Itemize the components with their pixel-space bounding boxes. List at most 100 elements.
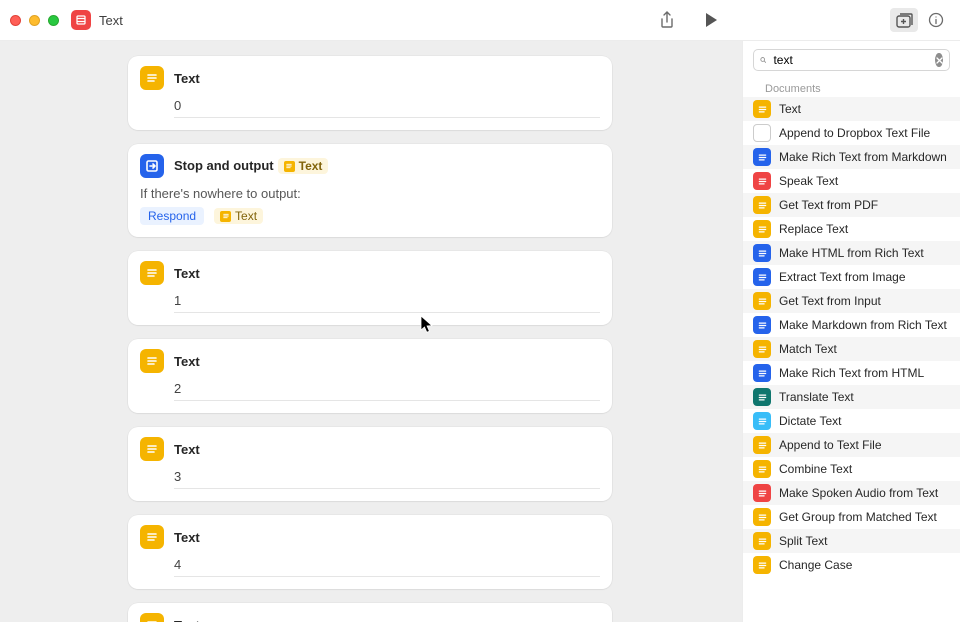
clear-search-button[interactable]	[935, 53, 943, 67]
output-token[interactable]: Text	[278, 158, 329, 174]
library-action-item[interactable]: Append to Dropbox Text File	[743, 121, 960, 145]
action-list[interactable]: Text Append to Dropbox Text File Make Rich…	[743, 97, 960, 622]
search-input[interactable]	[771, 52, 930, 68]
card-body: 4	[174, 557, 600, 577]
library-action-icon	[753, 172, 771, 190]
section-label: Documents	[743, 79, 960, 97]
library-action-item[interactable]: Change Case	[743, 553, 960, 577]
library-action-item[interactable]: Make HTML from Rich Text	[743, 241, 960, 265]
minimize-window-button[interactable]	[29, 15, 40, 26]
library-action-item[interactable]: Get Group from Matched Text	[743, 505, 960, 529]
text-value-field[interactable]: 0	[174, 98, 600, 118]
library-action-label: Combine Text	[779, 462, 950, 477]
run-button[interactable]	[697, 8, 725, 32]
library-action-item[interactable]: Make Rich Text from HTML	[743, 361, 960, 385]
info-button[interactable]	[922, 8, 950, 32]
library-action-label: Get Text from Input	[779, 294, 950, 309]
library-action-icon	[753, 100, 771, 118]
text-action-card[interactable]: Text 2	[128, 339, 612, 413]
library-action-item[interactable]: Get Text from Input	[743, 289, 960, 313]
library-action-item[interactable]: Extract Text from Image	[743, 265, 960, 289]
library-sidebar: Documents Text Append to Dropbox Text Fil…	[742, 41, 960, 622]
library-action-label: Text	[779, 102, 950, 117]
search-field[interactable]	[753, 49, 950, 71]
library-action-item[interactable]: Make Rich Text from Markdown	[743, 145, 960, 169]
library-action-icon	[753, 508, 771, 526]
library-action-label: Get Group from Matched Text	[779, 510, 950, 525]
card-header: Text	[140, 437, 600, 461]
library-action-label: Translate Text	[779, 390, 950, 405]
library-action-item[interactable]: Text	[743, 97, 960, 121]
library-action-icon	[753, 244, 771, 262]
library-action-icon	[753, 484, 771, 502]
text-action-icon	[140, 349, 164, 373]
text-token-icon	[220, 211, 231, 222]
stop-output-action-card[interactable]: Stop and outputTextIf there's nowhere to…	[128, 144, 612, 237]
library-action-item[interactable]: Replace Text	[743, 217, 960, 241]
library-button[interactable]	[890, 8, 918, 32]
text-value-field[interactable]: 3	[174, 469, 600, 489]
window: Text Text0Stop and outputTextIf there's …	[0, 0, 960, 622]
text-action-card[interactable]: Text 1	[128, 251, 612, 325]
workflow-canvas[interactable]: Text0Stop and outputTextIf there's nowhe…	[0, 41, 742, 622]
library-action-label: Replace Text	[779, 222, 950, 237]
library-action-icon	[753, 268, 771, 286]
respond-token[interactable]: Text	[214, 208, 263, 224]
card-title: Text	[174, 442, 200, 457]
library-action-label: Make Markdown from Rich Text	[779, 318, 950, 333]
library-action-label: Get Text from PDF	[779, 198, 950, 213]
library-action-label: Make Spoken Audio from Text	[779, 486, 950, 501]
library-action-label: Make Rich Text from HTML	[779, 366, 950, 381]
respond-row: Respond Text	[140, 207, 600, 225]
library-action-item[interactable]: Append to Text File	[743, 433, 960, 457]
card-body: 3	[174, 469, 600, 489]
text-value-field[interactable]: 4	[174, 557, 600, 577]
library-action-icon	[753, 388, 771, 406]
library-action-icon	[753, 220, 771, 238]
traffic-lights	[10, 15, 59, 26]
card-title: Text	[174, 354, 200, 369]
text-action-card[interactable]: Text 0	[128, 56, 612, 130]
card-title-text: Stop and output	[174, 158, 274, 173]
output-token-label: Text	[299, 159, 323, 173]
library-action-label: Split Text	[779, 534, 950, 549]
titlebar: Text	[0, 0, 960, 40]
library-action-item[interactable]: Combine Text	[743, 457, 960, 481]
library-action-item[interactable]: Make Markdown from Rich Text	[743, 313, 960, 337]
text-token-icon	[284, 161, 295, 172]
library-action-item[interactable]: Get Text from PDF	[743, 193, 960, 217]
text-action-card[interactable]: Text 3	[128, 427, 612, 501]
library-action-item[interactable]: Split Text	[743, 529, 960, 553]
card-body: 0	[174, 98, 600, 118]
card-title: Text	[174, 266, 200, 281]
library-action-item[interactable]: Speak Text	[743, 169, 960, 193]
card-body: 1	[174, 293, 600, 313]
library-action-icon	[753, 148, 771, 166]
library-action-label: Match Text	[779, 342, 950, 357]
library-action-icon	[753, 436, 771, 454]
library-action-icon	[753, 292, 771, 310]
text-action-card[interactable]: Text5	[128, 603, 612, 622]
card-header: Text	[140, 66, 600, 90]
card-title: Text	[174, 71, 200, 86]
library-action-icon	[753, 364, 771, 382]
card-title: Stop and output Text	[174, 158, 328, 174]
library-action-item[interactable]: Match Text	[743, 337, 960, 361]
library-action-icon	[753, 460, 771, 478]
library-action-icon	[753, 556, 771, 574]
close-window-button[interactable]	[10, 15, 21, 26]
library-action-item[interactable]: Translate Text	[743, 385, 960, 409]
library-action-label: Append to Dropbox Text File	[779, 126, 950, 141]
text-value-field[interactable]: 2	[174, 381, 600, 401]
library-action-item[interactable]: Dictate Text	[743, 409, 960, 433]
fullscreen-window-button[interactable]	[48, 15, 59, 26]
text-action-card[interactable]: Text4	[128, 515, 612, 589]
app-icon	[71, 10, 91, 30]
card-header: Text	[140, 349, 600, 373]
text-value-field[interactable]: 1	[174, 293, 600, 313]
respond-chip[interactable]: Respond	[140, 207, 204, 225]
share-button[interactable]	[653, 8, 681, 32]
stop-output-icon	[140, 154, 164, 178]
library-action-item[interactable]: Make Spoken Audio from Text	[743, 481, 960, 505]
card-header: Text	[140, 613, 600, 622]
